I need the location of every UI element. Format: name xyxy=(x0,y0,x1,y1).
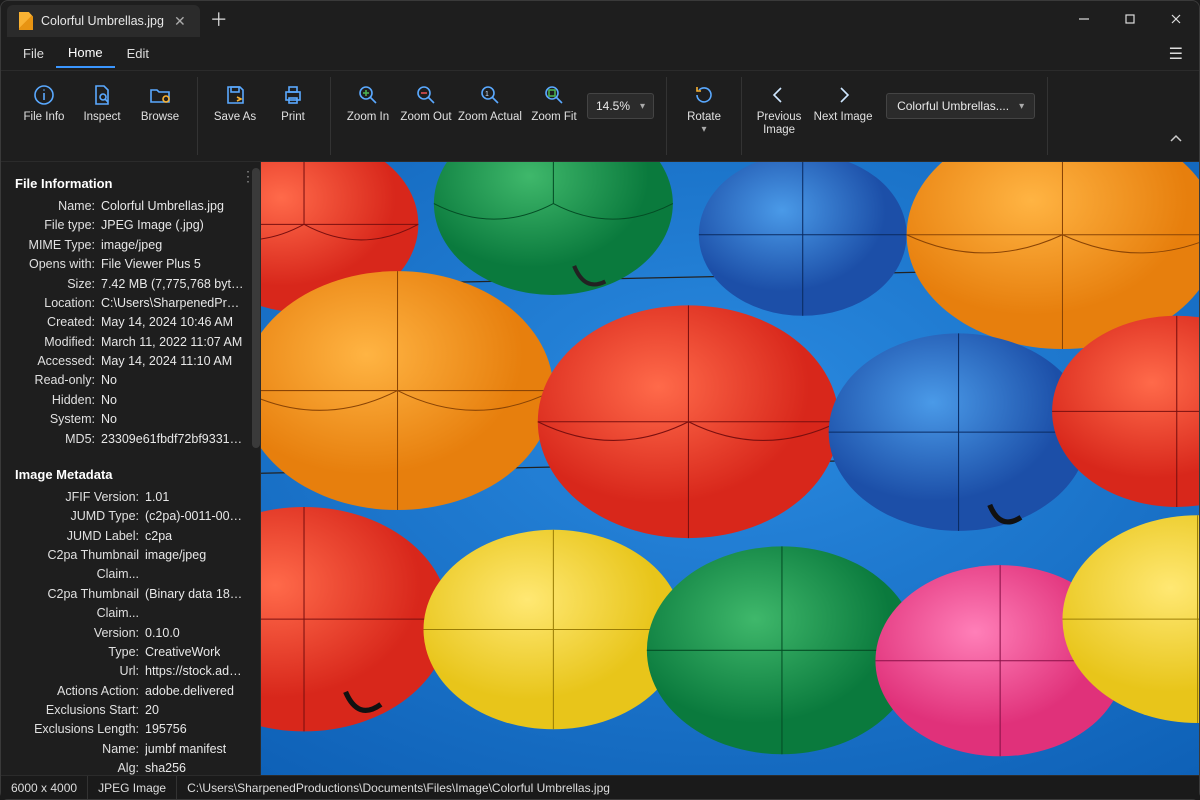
exclusions-start-value: 20 xyxy=(145,701,159,720)
file-icon xyxy=(19,12,33,30)
system-value: No xyxy=(101,410,117,429)
app-window: Colorful Umbrellas.jpg ✕ ＋ File Home Edi… xyxy=(0,0,1200,800)
image-metadata-heading: Image Metadata xyxy=(1,459,260,488)
menu-home[interactable]: Home xyxy=(56,39,115,68)
folder-icon xyxy=(148,83,172,107)
exclusions-length-value: 195756 xyxy=(145,720,187,739)
location-value: C:\Users\SharpenedProdu... xyxy=(101,294,246,313)
window-controls xyxy=(1061,1,1199,37)
file-info-button[interactable]: File Info xyxy=(15,77,73,128)
status-path: C:\Users\SharpenedProductions\Documents\… xyxy=(177,776,1199,799)
print-button[interactable]: Print xyxy=(264,77,322,128)
menu-file[interactable]: File xyxy=(11,40,56,67)
md5-value: 23309e61fbdf72bf9331a6e... xyxy=(101,430,246,449)
file-info-heading: File Information xyxy=(1,168,260,197)
c2pa-thumb1-value: image/jpeg xyxy=(145,546,206,585)
ribbon-toolbar: File Info Inspect Browse Save As Print xyxy=(1,71,1199,162)
tab-title: Colorful Umbrellas.jpg xyxy=(41,14,164,28)
zoom-out-button[interactable]: Zoom Out xyxy=(397,77,455,128)
zoom-in-button[interactable]: Zoom In xyxy=(339,77,397,128)
titlebar: Colorful Umbrellas.jpg ✕ ＋ xyxy=(1,1,1199,37)
created-value: May 14, 2024 10:46 AM xyxy=(101,313,233,332)
inspect-icon xyxy=(90,83,114,107)
filename-dropdown-value: Colorful Umbrellas.... xyxy=(897,99,1009,113)
opens-with-value: File Viewer Plus 5 xyxy=(101,255,201,274)
zoom-out-icon xyxy=(414,83,438,107)
status-dimensions: 6000 x 4000 xyxy=(1,776,88,799)
info-icon xyxy=(32,83,56,107)
size-value: 7.42 MB (7,775,768 bytes) xyxy=(101,275,246,294)
print-icon xyxy=(281,83,305,107)
close-button[interactable] xyxy=(1153,1,1199,37)
chevron-down-icon: ▾ xyxy=(702,124,707,135)
chevron-right-icon xyxy=(831,83,855,107)
zoom-actual-icon: 1 xyxy=(478,83,502,107)
image-canvas[interactable] xyxy=(261,162,1199,775)
menubar: File Home Edit ☰ xyxy=(1,37,1199,71)
main-body: ⋮ File Information Name:Colorful Umbrell… xyxy=(1,162,1199,775)
svg-text:1: 1 xyxy=(485,91,489,98)
actions-value: adobe.delivered xyxy=(145,682,234,701)
jumd-type-value: (c2pa)-0011-0010-... xyxy=(145,507,246,526)
accessed-value: May 14, 2024 11:10 AM xyxy=(101,352,232,371)
zoom-actual-button[interactable]: 1 Zoom Actual xyxy=(455,77,525,128)
new-tab-button[interactable]: ＋ xyxy=(200,6,238,32)
statusbar: 6000 x 4000 JPEG Image C:\Users\Sharpene… xyxy=(1,775,1199,799)
zoom-level-value: 14.5% xyxy=(596,99,630,113)
manifest-name-value: jumbf manifest xyxy=(145,740,226,759)
filename-dropdown[interactable]: Colorful Umbrellas.... ▾ xyxy=(886,93,1035,119)
save-icon xyxy=(223,83,247,107)
menu-edit[interactable]: Edit xyxy=(115,40,161,67)
chevron-left-icon xyxy=(767,83,791,107)
file-name-value: Colorful Umbrellas.jpg xyxy=(101,197,224,216)
previous-image-button[interactable]: Previous Image xyxy=(750,77,808,141)
readonly-value: No xyxy=(101,371,117,390)
jfif-version-value: 1.01 xyxy=(145,488,169,507)
mime-type-value: image/jpeg xyxy=(101,236,162,255)
browse-button[interactable]: Browse xyxy=(131,77,189,128)
image-preview xyxy=(261,162,1199,775)
chevron-down-icon: ▾ xyxy=(640,101,645,112)
inspect-button[interactable]: Inspect xyxy=(73,77,131,128)
info-sidebar: ⋮ File Information Name:Colorful Umbrell… xyxy=(1,162,261,775)
save-as-button[interactable]: Save As xyxy=(206,77,264,128)
chevron-down-icon: ▾ xyxy=(1019,101,1024,112)
metadata-type-value: CreativeWork xyxy=(145,643,220,662)
rotate-icon xyxy=(692,83,716,107)
zoom-level-dropdown[interactable]: 14.5% ▾ xyxy=(587,93,654,119)
alg-value: sha256 xyxy=(145,759,186,775)
zoom-fit-button[interactable]: Zoom Fit xyxy=(525,77,583,128)
metadata-version-value: 0.10.0 xyxy=(145,624,180,643)
status-filetype: JPEG Image xyxy=(88,776,177,799)
hidden-value: No xyxy=(101,391,117,410)
minimize-button[interactable] xyxy=(1061,1,1107,37)
collapse-ribbon-button[interactable] xyxy=(1159,126,1193,155)
zoom-fit-icon xyxy=(542,83,566,107)
document-tab[interactable]: Colorful Umbrellas.jpg ✕ xyxy=(7,5,200,37)
hamburger-menu-button[interactable]: ☰ xyxy=(1163,38,1189,70)
jumd-label-value: c2pa xyxy=(145,527,172,546)
next-image-button[interactable]: Next Image xyxy=(808,77,878,128)
zoom-in-icon xyxy=(356,83,380,107)
sidebar-scrollbar[interactable] xyxy=(252,168,260,448)
metadata-url-value: https://stock.adob... xyxy=(145,662,246,681)
maximize-button[interactable] xyxy=(1107,1,1153,37)
rotate-button[interactable]: Rotate ▾ xyxy=(675,77,733,139)
tab-close-button[interactable]: ✕ xyxy=(172,13,188,30)
c2pa-thumb2-value: (Binary data 18621... xyxy=(145,585,246,624)
file-type-value: JPEG Image (.jpg) xyxy=(101,216,204,235)
modified-value: March 11, 2022 11:07 AM xyxy=(101,333,242,352)
